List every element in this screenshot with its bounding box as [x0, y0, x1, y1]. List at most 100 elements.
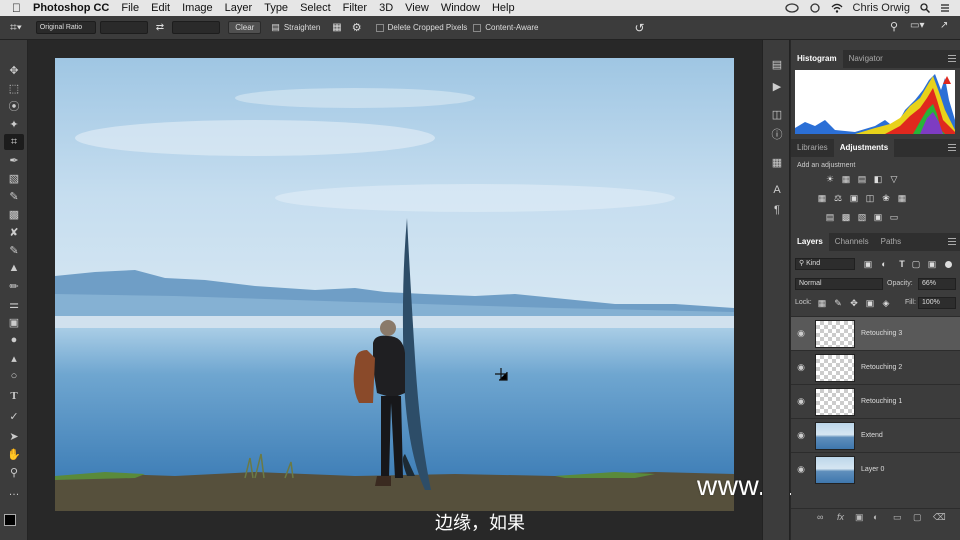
pen-anchor-icon[interactable]: ✓ [4, 408, 24, 424]
ratio-select[interactable]: Original Ratio [35, 21, 96, 34]
wifi-icon[interactable] [831, 3, 843, 13]
brush-presets-icon[interactable]: ▦ [769, 154, 785, 170]
invert-icon[interactable]: ▤ [825, 212, 835, 222]
visibility-eye-icon[interactable]: ◉ [791, 430, 811, 441]
selective-color-icon[interactable]: ▣ [873, 212, 883, 222]
character-icon[interactable]: A [769, 182, 785, 198]
tab-layers[interactable]: Layers [791, 233, 829, 251]
layer-name[interactable]: Retouching 2 [861, 364, 902, 371]
lock-all-icon[interactable]: ◈ [881, 298, 891, 308]
clear-button[interactable]: Clear [228, 21, 262, 34]
visibility-eye-icon[interactable]: ◉ [791, 464, 811, 475]
settings-gear-icon[interactable]: ⚙ [352, 21, 362, 34]
menu-filter[interactable]: Filter [337, 2, 373, 14]
vibrance-icon[interactable]: ▽ [889, 174, 899, 184]
filter-shape-icon[interactable]: ▢ [911, 259, 921, 269]
layer-name[interactable]: Retouching 1 [861, 398, 902, 405]
crop-tool-preset-icon[interactable]: ⌗▾ [10, 20, 22, 35]
filter-smart-object-icon[interactable]: ▣ [927, 259, 937, 269]
layer-name[interactable]: Layer 0 [861, 466, 884, 473]
exposure-icon[interactable]: ◧ [873, 174, 883, 184]
more-tools-icon[interactable]: … [4, 484, 24, 500]
color-balance-icon[interactable]: ⚖ [833, 193, 843, 203]
tab-adjustments[interactable]: Adjustments [833, 139, 895, 157]
new-group-icon[interactable]: ▭ [893, 512, 902, 523]
tab-histogram[interactable]: Histogram [791, 50, 843, 68]
visibility-eye-icon[interactable]: ◉ [791, 362, 811, 373]
pen-tool-icon[interactable]: ▣ [4, 314, 24, 330]
marquee-tool-icon[interactable]: ⬚ [4, 80, 24, 96]
quick-select-tool-icon[interactable]: ✦ [4, 116, 24, 132]
lock-image-icon[interactable]: ✎ [833, 298, 843, 308]
tab-channels[interactable]: Channels [829, 233, 875, 251]
user-name[interactable]: Chris Orwig [853, 2, 910, 14]
tab-libraries[interactable]: Libraries [791, 139, 834, 157]
filter-type-icon[interactable]: T [897, 259, 907, 269]
filter-adjustment-icon[interactable]: ◐ [879, 259, 889, 269]
overlay-grid-icon[interactable]: ▦ [332, 22, 341, 33]
menu-image[interactable]: Image [176, 2, 219, 14]
search-icon[interactable]: ⚲ [890, 20, 898, 33]
reset-icon[interactable]: ↺ [634, 21, 644, 35]
link-layers-icon[interactable]: ∞ [817, 512, 823, 522]
layer-row[interactable]: ◉ Extend [791, 418, 960, 452]
color-lookup-icon[interactable]: ▦ [897, 193, 907, 203]
layer-row[interactable]: ◉ Retouching 1 [791, 384, 960, 418]
layer-style-icon[interactable]: fx [837, 512, 844, 522]
share-icon[interactable]: ↗ [940, 20, 948, 31]
history-brush-tool-icon[interactable]: ✘ [4, 224, 24, 240]
visibility-eye-icon[interactable]: ◉ [791, 396, 811, 407]
menu-layer[interactable]: Layer [219, 2, 259, 14]
apple-icon[interactable]:  [0, 1, 27, 15]
gradient-tool-icon[interactable]: ▲ [4, 260, 24, 276]
hue-saturation-icon[interactable]: ▦ [817, 193, 827, 203]
shape-tool-icon[interactable]: ○ [4, 368, 24, 384]
posterize-icon[interactable]: ▩ [841, 212, 851, 222]
new-adjustment-icon[interactable]: ◐ [873, 512, 878, 522]
fill-input[interactable]: 100% [918, 297, 956, 309]
brush-tool-icon[interactable]: ✎ [4, 188, 24, 204]
layer-name[interactable]: Retouching 3 [861, 330, 902, 337]
lock-position-icon[interactable]: ✥ [849, 298, 859, 308]
menu-window[interactable]: Window [435, 2, 486, 14]
hand-tool-icon[interactable]: ✋ [4, 446, 24, 462]
tab-navigator[interactable]: Navigator [843, 50, 889, 68]
photo-filter-icon[interactable]: ◫ [865, 193, 875, 203]
actions-play-icon[interactable]: ▶ [769, 78, 785, 94]
eyedropper-tool-icon[interactable]: ✒ [4, 152, 24, 168]
menu-type[interactable]: Type [258, 2, 294, 14]
info-icon[interactable]: ⓘ [769, 126, 785, 142]
tab-paths[interactable]: Paths [875, 233, 907, 251]
lasso-tool-icon[interactable]: ⦿ [4, 98, 24, 114]
crop-tool-icon[interactable]: ⌗ [4, 134, 24, 150]
straighten-label[interactable]: Straighten [284, 23, 320, 32]
document-photo[interactable] [55, 58, 734, 511]
width-input[interactable] [99, 21, 148, 34]
blur-tool-icon[interactable]: ✏ [4, 278, 24, 294]
layer-name[interactable]: Extend [861, 432, 883, 439]
select-arrow-icon[interactable]: ➤ [4, 428, 24, 444]
delete-layer-icon[interactable]: ⌫ [933, 512, 946, 523]
layer-row[interactable]: ◉ Retouching 2 [791, 350, 960, 384]
text-tool-icon[interactable]: T [4, 388, 24, 404]
layer-row[interactable]: ◉ Retouching 3 [791, 316, 960, 350]
zoom-tool-icon[interactable]: ⚲ [4, 464, 24, 480]
threshold-icon[interactable]: ▧ [857, 212, 867, 222]
clone-stamp-tool-icon[interactable]: ▩ [4, 206, 24, 222]
eraser-tool-icon[interactable]: ✎ [4, 242, 24, 258]
visibility-eye-icon[interactable]: ◉ [791, 328, 811, 339]
blend-mode-select[interactable]: Normal [795, 278, 883, 290]
dodge-tool-icon[interactable]: ⚌ [4, 296, 24, 312]
filter-toggle-icon[interactable] [945, 261, 952, 268]
menu-edit[interactable]: Edit [145, 2, 176, 14]
workspace-icon[interactable]: ▭▾ [910, 20, 924, 31]
menu-select[interactable]: Select [294, 2, 337, 14]
history-icon[interactable]: ▤ [769, 56, 785, 72]
filter-pixel-icon[interactable]: ▣ [863, 259, 873, 269]
sync-icon[interactable] [809, 3, 821, 13]
menu-app-name[interactable]: Photoshop CC [27, 2, 115, 14]
path-select-tool-icon[interactable]: ▴ [4, 350, 24, 366]
layer-kind-filter[interactable]: ⚲ Kind [795, 258, 855, 270]
move-tool-icon[interactable]: ✥ [4, 62, 24, 78]
healing-brush-tool-icon[interactable]: ▧ [4, 170, 24, 186]
